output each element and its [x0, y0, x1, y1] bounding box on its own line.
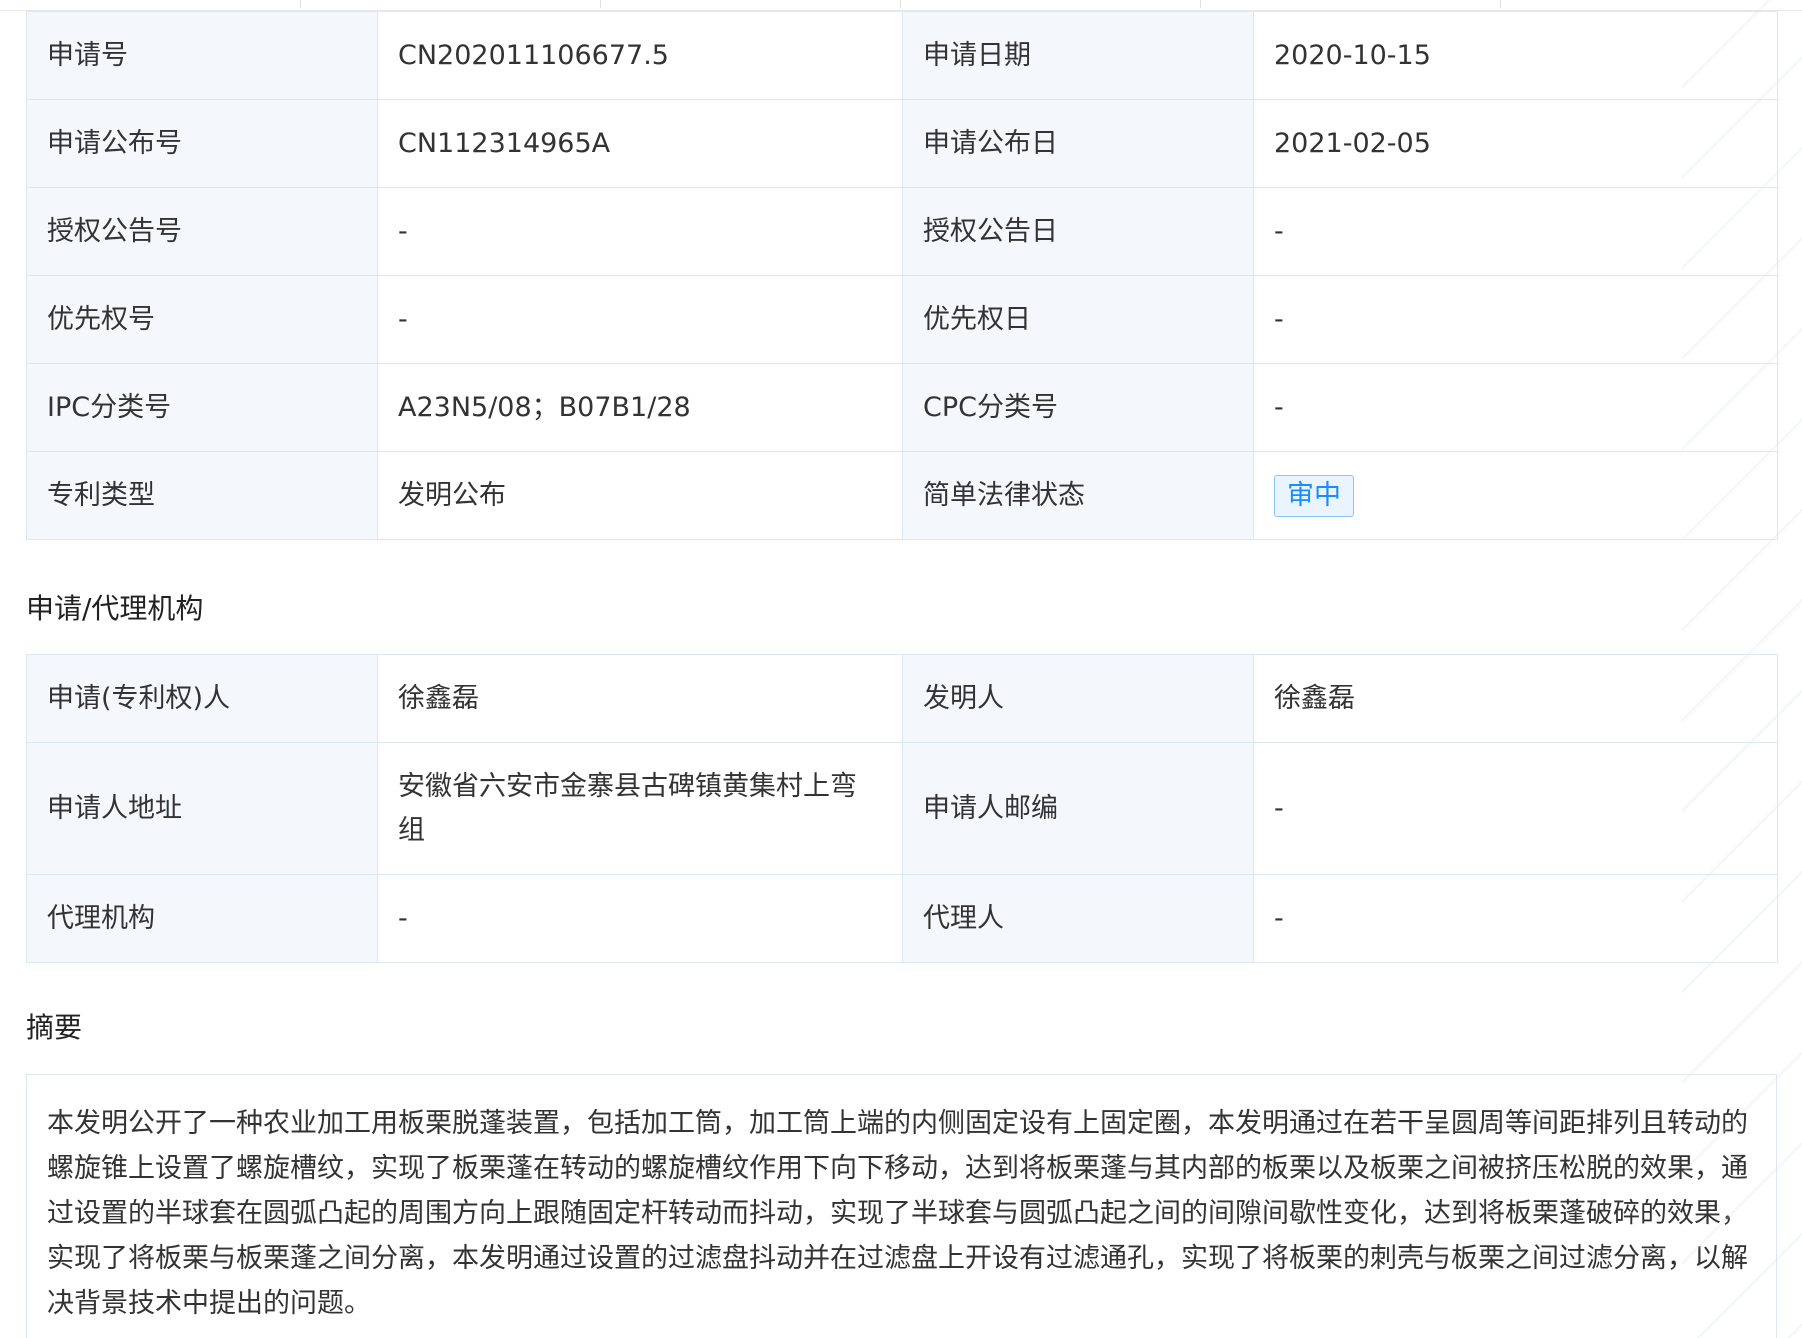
field-value: -: [377, 874, 903, 963]
legal-status-cell: 审中: [1253, 451, 1778, 540]
table-row: 代理机构 - 代理人 -: [26, 874, 1778, 963]
field-label: 专利类型: [26, 451, 378, 540]
field-value: -: [1253, 742, 1778, 875]
field-label: 申请号: [26, 11, 378, 100]
table-row: 申请(专利权)人 徐鑫磊 发明人 徐鑫磊: [26, 654, 1778, 743]
field-value: 安徽省六安市金寨县古碑镇黄集村上弯组: [377, 742, 903, 875]
field-label: 申请公布日: [902, 99, 1254, 188]
section-title-agency: 申请/代理机构: [26, 592, 204, 625]
status-badge: 审中: [1274, 474, 1354, 517]
field-value: -: [1253, 187, 1778, 276]
field-value: CN112314965A: [377, 99, 903, 188]
field-label: 优先权号: [26, 275, 378, 364]
table-row: 申请号 CN202011106677.5 申请日期 2020-10-15: [26, 11, 1778, 100]
table-row: 授权公告号 - 授权公告日 -: [26, 187, 1778, 276]
field-label: 申请人邮编: [902, 742, 1254, 875]
field-value: -: [1253, 874, 1778, 963]
field-label: 申请公布号: [26, 99, 378, 188]
field-label: 代理机构: [26, 874, 378, 963]
table-row: IPC分类号 A23N5/08；B07B1/28 CPC分类号 -: [26, 363, 1778, 452]
field-label: 授权公告日: [902, 187, 1254, 276]
field-label: CPC分类号: [902, 363, 1254, 452]
field-value: 徐鑫磊: [377, 654, 903, 743]
field-label: 申请(专利权)人: [26, 654, 378, 743]
section-title-abstract: 摘要: [26, 1011, 83, 1044]
field-label: IPC分类号: [26, 363, 378, 452]
abstract-text: 本发明公开了一种农业加工用板栗脱蓬装置，包括加工筒，加工筒上端的内侧固定设有上固…: [26, 1074, 1777, 1338]
field-value: -: [1253, 363, 1778, 452]
agency-info-table: 申请(专利权)人 徐鑫磊 发明人 徐鑫磊 申请人地址 安徽省六安市金寨县古碑镇黄…: [26, 654, 1778, 963]
table-row: 专利类型 发明公布 简单法律状态 审中: [26, 451, 1778, 540]
basic-info-table: 申请号 CN202011106677.5 申请日期 2020-10-15 申请公…: [26, 11, 1778, 540]
field-label: 授权公告号: [26, 187, 378, 276]
field-value: -: [1253, 275, 1778, 364]
field-value: 2021-02-05: [1253, 99, 1778, 188]
field-value: 发明公布: [377, 451, 903, 540]
field-label: 申请日期: [902, 11, 1254, 100]
field-label: 代理人: [902, 874, 1254, 963]
table-row: 优先权号 - 优先权日 -: [26, 275, 1778, 364]
field-value: -: [377, 187, 903, 276]
table-row: 申请公布号 CN112314965A 申请公布日 2021-02-05: [26, 99, 1778, 188]
table-row: 申请人地址 安徽省六安市金寨县古碑镇黄集村上弯组 申请人邮编 -: [26, 742, 1778, 875]
top-tab-strip: [0, 0, 1802, 11]
field-value: 徐鑫磊: [1253, 654, 1778, 743]
field-label: 申请人地址: [26, 742, 378, 875]
field-label: 发明人: [902, 654, 1254, 743]
field-value: -: [377, 275, 903, 364]
field-value: CN202011106677.5: [377, 11, 903, 100]
field-label: 优先权日: [902, 275, 1254, 364]
field-label: 简单法律状态: [902, 451, 1254, 540]
field-value: A23N5/08；B07B1/28: [377, 363, 903, 452]
field-value: 2020-10-15: [1253, 11, 1778, 100]
